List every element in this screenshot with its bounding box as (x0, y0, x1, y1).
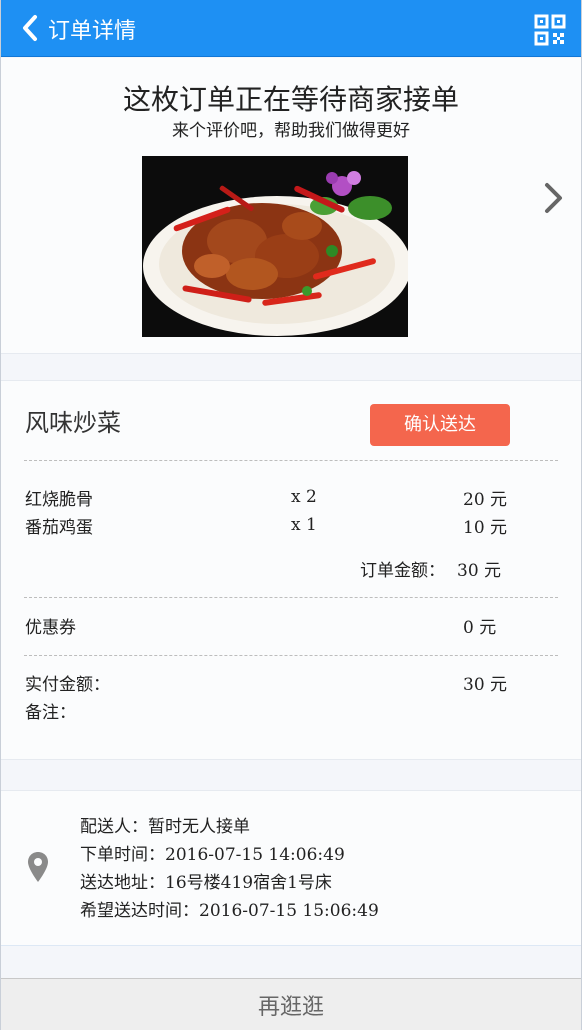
order-time-label: 下单时间： (80, 845, 165, 865)
item-qty: x 1 (291, 515, 317, 535)
address-label: 送达地址： (80, 873, 165, 893)
item-name: 红烧脆骨 (25, 490, 93, 510)
address-value: 16号楼419宿舍1号床 (165, 873, 332, 893)
paid-amount-label: 实付金额： (25, 675, 110, 695)
courier-row: 配送人：暂时无人接单 (80, 815, 250, 839)
courier-label: 配送人： (80, 817, 148, 837)
order-total-label: 订单金额： (360, 561, 445, 581)
back-chevron-icon[interactable] (14, 10, 46, 46)
order-status-card: 这枚订单正在等待商家接单 来个评价吧，帮助我们做得更好 (0, 58, 582, 354)
item-qty: x 2 (291, 487, 317, 507)
item-price: 20 元 (463, 490, 508, 510)
note-label: 备注： (25, 703, 76, 723)
expected-time-value: 2016-07-15 15:06:49 (199, 901, 379, 921)
paid-amount-value: 30 元 (463, 675, 508, 695)
item-name: 番茄鸡蛋 (25, 518, 93, 538)
order-time-value: 2016-07-15 14:06:49 (165, 845, 345, 865)
coupon-label: 优惠券 (25, 618, 76, 638)
expected-time-row: 希望送达时间：2016-07-15 15:06:49 (80, 899, 379, 923)
coupon-value: 0 元 (463, 618, 497, 638)
status-subtitle: 来个评价吧，帮助我们做得更好 (172, 121, 410, 141)
page-title: 订单详情 (48, 19, 137, 44)
shop-name: 风味炒菜 (25, 409, 121, 437)
location-pin-icon (27, 851, 49, 883)
qr-code-icon[interactable] (534, 14, 566, 46)
address-row: 送达地址：16号楼419宿舍1号床 (80, 871, 332, 895)
top-bar: 订单详情 (0, 0, 582, 57)
divider (24, 597, 558, 598)
item-price: 10 元 (463, 518, 508, 538)
expected-time-label: 希望送达时间： (80, 901, 199, 921)
chevron-right-icon[interactable] (538, 180, 568, 216)
dish-photo (142, 156, 408, 337)
order-time-row: 下单时间：2016-07-15 14:06:49 (80, 843, 345, 867)
status-title: 这枚订单正在等待商家接单 (122, 83, 459, 116)
divider (24, 655, 558, 656)
browse-more-label: 再逛逛 (257, 995, 324, 1020)
divider (24, 460, 558, 461)
browse-more-button[interactable]: 再逛逛 (0, 978, 582, 1030)
delivery-info-card: 配送人：暂时无人接单 下单时间：2016-07-15 14:06:49 送达地址… (0, 790, 582, 946)
confirm-delivery-button[interactable]: 确认送达 (370, 404, 510, 446)
order-details-card: 风味炒菜 确认送达 红烧脆骨 x 2 20 元 番茄鸡蛋 x 1 10 元 订单… (0, 380, 582, 760)
courier-value: 暂时无人接单 (148, 817, 250, 837)
order-total-value: 30 元 (457, 561, 502, 581)
